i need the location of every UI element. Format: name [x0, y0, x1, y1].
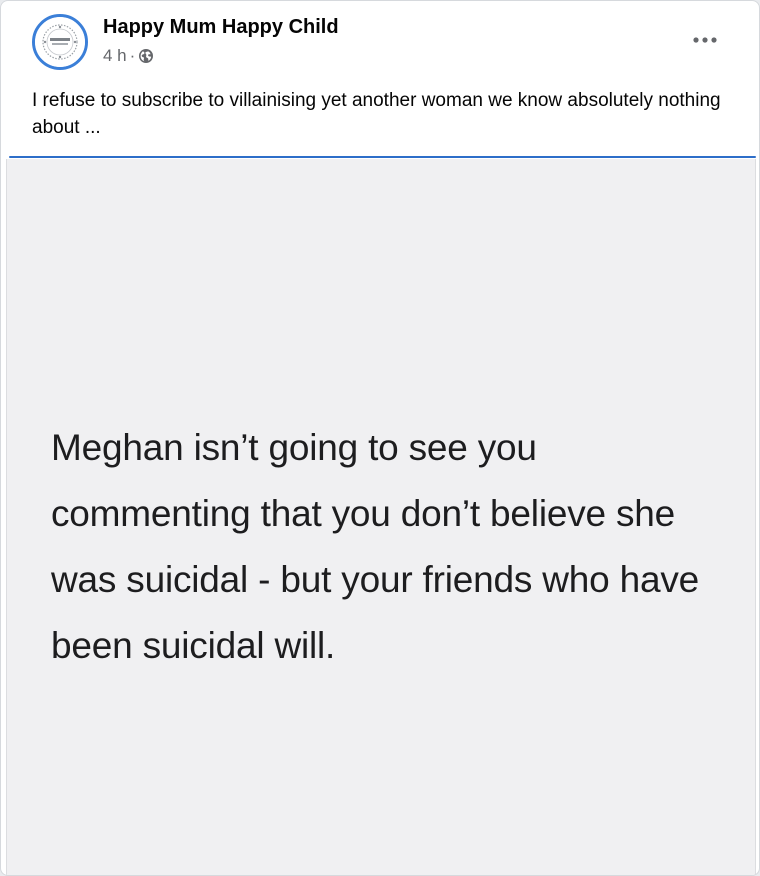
page-avatar[interactable] [32, 14, 88, 70]
meta-separator: · [129, 46, 136, 65]
post-options-button[interactable] [685, 25, 725, 55]
post-timestamp[interactable]: 4 h [103, 45, 127, 67]
post-image[interactable]: Meghan isn’t going to see you commenting… [6, 159, 756, 875]
post-card: Happy Mum Happy Child 4 h · I refuse to … [0, 0, 760, 876]
post-meta: 4 h · [103, 45, 154, 67]
page-logo-icon [35, 17, 85, 67]
page-name-link[interactable]: Happy Mum Happy Child [103, 14, 339, 40]
image-top-border [9, 156, 756, 158]
globe-icon[interactable] [138, 48, 154, 64]
post-caption: I refuse to subscribe to villainising ye… [32, 90, 721, 138]
image-quote-text: Meghan isn’t going to see you commenting… [51, 427, 700, 666]
post-header: Happy Mum Happy Child 4 h · [1, 1, 759, 85]
more-horizontal-icon [693, 37, 717, 43]
